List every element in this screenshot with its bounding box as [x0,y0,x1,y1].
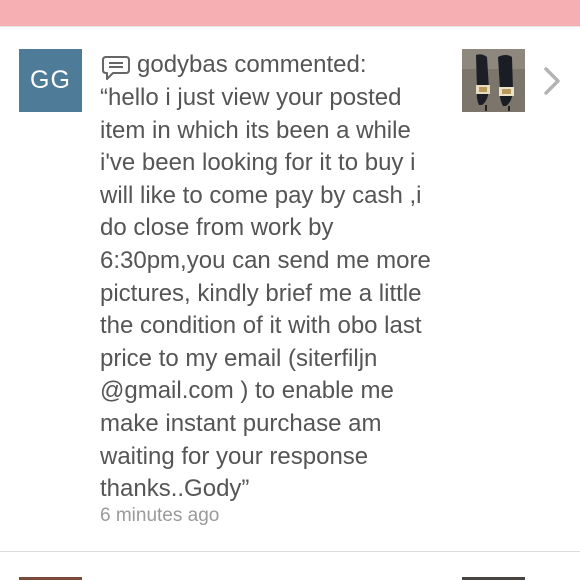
comment-line: @gmail.com ) to enable me [100,377,394,405]
comment-line: waiting for your response [100,442,369,470]
avatar[interactable]: GG [19,49,82,112]
item-thumbnail[interactable] [462,49,525,112]
comment-line: price to my email (siterfiljn [100,344,378,372]
top-bar [0,0,580,26]
comment-line: item in which its been a while [100,116,411,144]
comment-notification[interactable]: GG godybas commented: “hello i just view… [0,27,580,551]
comment-line: i've been looking for it to buy i [100,149,416,177]
shoes-image [462,49,525,112]
chevron-right-icon[interactable] [540,65,564,97]
comment-line: do close from work by [100,214,334,242]
comment-line: the condition of it with obo last [100,312,422,340]
next-notification-row[interactable] [0,552,580,580]
comment-line: make instant purchase am [100,409,382,437]
action-text: commented: [234,51,367,78]
comment-line: “hello i just view your posted [100,84,402,111]
username[interactable]: godybas [137,51,228,78]
comment-line: pictures, kindly brief me a little [100,279,422,307]
comment-text: “hello i just view your posted item in w… [100,82,460,506]
comment-header: godybas commented: [137,49,366,81]
comment-line: thanks..Gody” [100,475,250,503]
timestamp: 6 minutes ago [100,505,220,526]
comment-icon [102,56,130,80]
comment-line: 6:30pm,you can send me more [100,246,431,274]
comment-line: will like to come pay by cash ,i [100,181,422,209]
